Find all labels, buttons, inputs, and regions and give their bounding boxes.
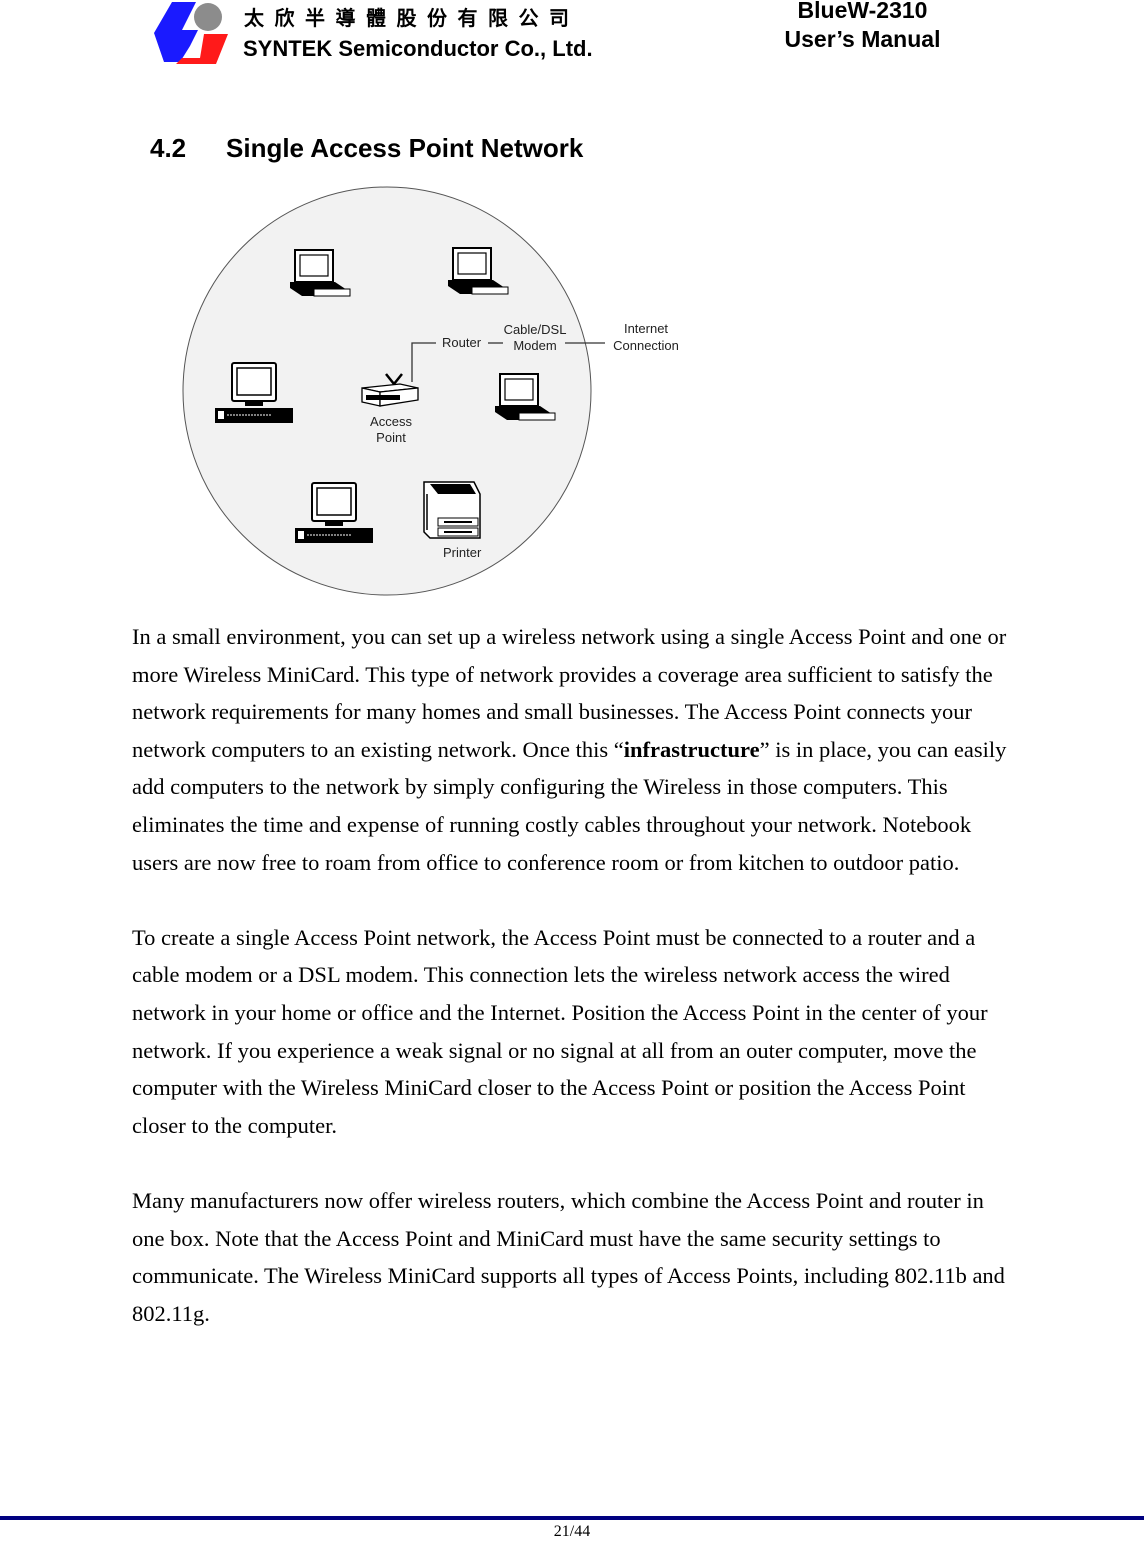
document-meta: BlueW-2310 User’s Manual — [760, 0, 965, 54]
section-number: 4.2 — [150, 133, 187, 163]
syntek-logo — [154, 2, 228, 64]
section-title: Single Access Point Network — [226, 133, 584, 163]
page-number: 21/44 — [553, 1523, 591, 1540]
paragraph: Many manufacturers now offer wireless ro… — [132, 1187, 1005, 1326]
modem-label-line2: Modem — [513, 338, 556, 353]
access-point-label-line2: Point — [376, 430, 406, 445]
paragraph: To create a single Access Point network,… — [132, 924, 988, 1138]
footer-rule — [0, 1516, 1144, 1520]
printer-label: Printer — [443, 545, 482, 560]
paragraph: In a small environment, you can set up a… — [132, 618, 1012, 881]
modem-label-line1: Cable/DSL — [504, 322, 567, 337]
section-heading: 4.2 Single Access Point Network — [150, 133, 583, 164]
network-diagram: Router Cable/DSL Modem Internet Connecti… — [182, 186, 679, 596]
access-point-label-line1: Access — [370, 414, 412, 429]
page-header: 太欣半導體股份有限公司 SYNTEK Semiconductor Co., Lt… — [0, 0, 1144, 80]
logo-blue-shape — [154, 2, 198, 62]
printer-icon — [423, 481, 481, 539]
company-name-chinese: 太欣半導體股份有限公司 — [244, 6, 580, 30]
logo-gray-circle — [194, 3, 222, 31]
internet-label-line1: Internet — [624, 321, 668, 336]
emphasis-infrastructure: infrastructure — [623, 736, 760, 762]
router-label: Router — [442, 335, 482, 350]
internet-label-line2: Connection — [613, 338, 679, 353]
product-name: BlueW-2310 — [797, 0, 928, 23]
document-title: User’s Manual — [784, 26, 941, 52]
company-name-english: SYNTEK Semiconductor Co., Ltd. — [243, 36, 593, 61]
body-text: In a small environment, you can set up a… — [132, 618, 1012, 1370]
